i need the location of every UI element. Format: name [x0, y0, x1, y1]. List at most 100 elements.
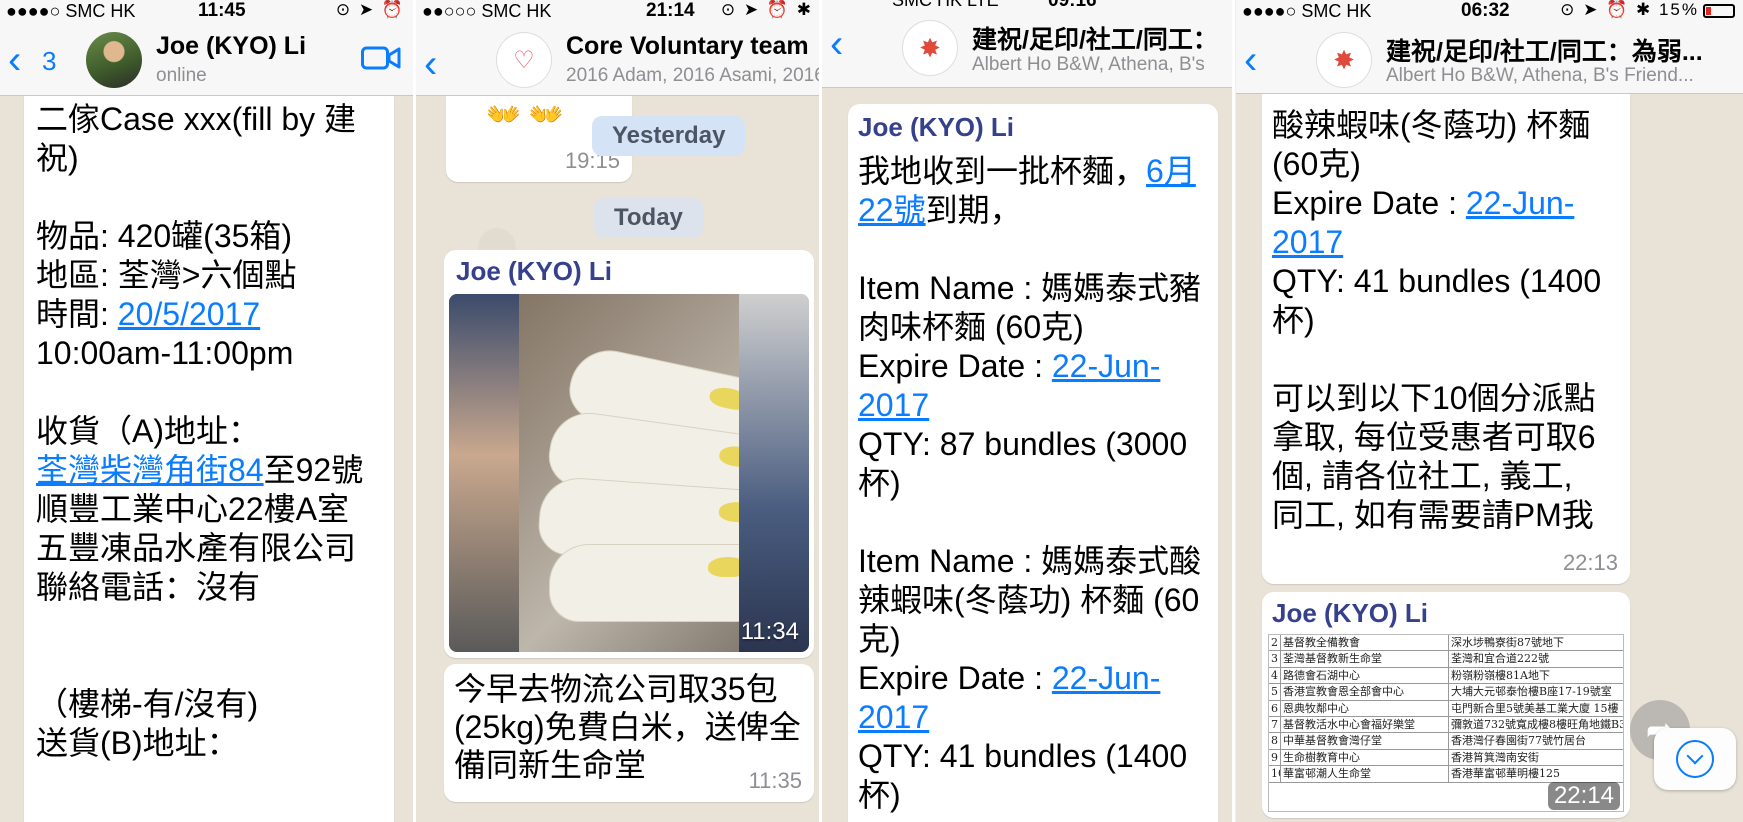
group-avatar[interactable]: ✸ [1316, 32, 1372, 88]
chat-title[interactable]: 建祝/足印/社工/同工：為弱... [1386, 32, 1726, 68]
center-name: 基督教全備教會 [1281, 635, 1449, 651]
center-name: 香港宣教會恩全部會中心 [1281, 684, 1449, 700]
scroll-to-bottom-button[interactable] [1654, 728, 1736, 790]
chat-title[interactable]: 建祝/足印/社工/同工： [972, 20, 1232, 56]
battery-percent: 15% [1658, 0, 1699, 19]
table-row: 7 基督教活水中心會福好樂堂 彌敦道732號寬成樓8樓旺角地鐵B3 [1269, 716, 1623, 734]
clock: 21:14 [646, 0, 695, 21]
chat-screen-joe: ●●●●○ SMC HK 11:45 ⊙ ➤ ⏰ ‹ 3 Joe (KYO) L… [0, 0, 413, 822]
message-time: 22:13 [1562, 550, 1618, 575]
row-number: 7 [1269, 716, 1281, 733]
message-bubble[interactable]: Joe (KYO) Li 我地收到一批杯麵，6月22號到期， Item Name… [848, 104, 1218, 822]
phone-line: 聯絡電話：沒有 [36, 569, 261, 605]
table-row: 6 恩典牧鄰中心 屯門新合里5號美基工業大廈 15樓 [1269, 700, 1623, 717]
message-bubble[interactable]: 酸辣蝦味(冬蔭功) 杯麵 (60克) Expire Date : 22-Jun-… [1262, 94, 1630, 584]
date-link[interactable]: 20/5/2017 [118, 296, 260, 332]
chat-screen-core-team: ●●○○○ SMC HK 21:14 ⊙ ➤ ⏰ ✱ ‹ ♡ Core Volu… [416, 0, 821, 822]
case-line: 二傢Case xxx(fill by 建祝) [36, 101, 357, 176]
center-address: 香港灣仔春園街77號竹居台 [1451, 734, 1586, 748]
table-row: 3 荃灣基督教新生命堂 荃灣和宜合道222號 [1269, 651, 1623, 668]
unread-count[interactable]: 3 [42, 46, 56, 77]
presence-status: online [156, 65, 207, 86]
carrier-label: ●●○○○ SMC HK [422, 1, 552, 21]
back-chevron-icon[interactable]: ‹ [8, 40, 21, 80]
delivery-label: 送貨(B)地址： [36, 725, 239, 761]
center-address: 屯門新合里5號美基工業大廈 15樓 [1451, 701, 1619, 715]
back-chevron-icon[interactable]: ‹ [1244, 40, 1257, 80]
day-separator: Yesterday [592, 116, 746, 156]
video-call-icon[interactable] [361, 44, 401, 72]
image-message[interactable]: Joe (KYO) Li 2 基督教全備教會 深水埗鴨寮街87號地下 3 荃灣基督教新生… [1262, 592, 1630, 818]
center-address: 彌敦道732號寬成樓8樓旺角地鐵B3 [1451, 717, 1623, 731]
item2-name: Item Name : 媽媽泰式酸辣蝦味(冬蔭功) 杯麵 (60克) [858, 543, 1202, 657]
carrier-label: ●●●●○ SMC HK [6, 1, 136, 21]
center-address: 大埔大元邨泰怡樓B座17-19號室 [1451, 685, 1612, 699]
exp-label: Expire Date : [1272, 185, 1466, 221]
status-bar: ●●●●○ SMC HK 11:45 ⊙ ➤ ⏰ [0, 0, 413, 24]
message-text: 酸辣蝦味(冬蔭功) 杯麵 (60克) Expire Date : 22-Jun-… [1272, 106, 1612, 535]
group-avatar[interactable]: ✸ [902, 20, 958, 76]
stairs-line: （樓梯-有/沒有) [36, 686, 259, 722]
photo-message[interactable]: Joe (KYO) Li 11:34 [444, 250, 814, 658]
status-bar: SMC HK LTE 09:16 [822, 0, 1232, 10]
image-time: 22:14 [1547, 782, 1620, 810]
status-icons: ⊙ ➤ ⏰ ✱ 15% [1560, 0, 1735, 20]
row-number: 2 [1269, 635, 1281, 651]
chat-header: ‹ ♡ Core Voluntary team 2016 Adam, 2016 … [416, 24, 821, 96]
row-number: 3 [1269, 651, 1281, 667]
table-row: 9 生命樹教育中心 香港筲箕灣南安街 [1269, 749, 1623, 767]
message-text: 二傢Case xxx(fill by 建祝) 物品: 420罐(35箱) 地區:… [36, 100, 386, 763]
qty-line: QTY: 41 bundles (1400 杯) [1272, 263, 1610, 338]
chat-title[interactable]: Joe (KYO) Li [156, 32, 346, 61]
sender-name: Joe (KYO) Li [858, 112, 1015, 142]
participants: Albert Ho B&W, Athena, B's [972, 54, 1205, 75]
center-name: 荃灣基督教新生命堂 [1281, 651, 1449, 667]
message-bubble[interactable]: 二傢Case xxx(fill by 建祝) 物品: 420罐(35箱) 地區:… [24, 96, 394, 822]
back-chevron-icon[interactable]: ‹ [424, 44, 437, 84]
chat-header: ‹ ✸ 建祝/足印/社工/同工：為弱... Albert Ho B&W, Ath… [1236, 24, 1743, 94]
hands-emoji: 👐 👐 [486, 99, 564, 130]
message-text: 今早去物流公司取35包(25kg)免費白米，送俾全備同新生命堂 [454, 671, 801, 783]
center-name: 路德會石湖中心 [1281, 667, 1449, 684]
clock: 09:16 [1048, 0, 1097, 10]
chat-header: ‹ ✸ 建祝/足印/社工/同工： Albert Ho B&W, Athena, … [822, 10, 1232, 88]
day-separator: Today [594, 198, 703, 238]
table-row: 4 路德會石湖中心 粉嶺粉嶺樓81A地下 [1269, 667, 1623, 685]
intro-end: 到期， [925, 192, 1022, 228]
message-bubble[interactable]: 今早去物流公司取35包(25kg)免費白米，送俾全備同新生命堂 11:35 [444, 664, 814, 802]
time-label: 時間: [36, 296, 118, 332]
divider [1232, 0, 1235, 822]
center-address: 荃灣和宜合道222號 [1451, 652, 1549, 666]
item1-exp-label: Expire Date : [858, 348, 1052, 384]
center-address: 深水埗鴨寮街87號地下 [1451, 636, 1564, 649]
rice-sacks-photo[interactable]: 11:34 [449, 294, 809, 652]
center-address: 香港華富邨華明樓125 [1451, 767, 1560, 781]
carrier-label: ●●●●○ SMC HK [1242, 1, 1372, 21]
center-address: 香港筲箕灣南安街 [1451, 750, 1539, 764]
chat-title[interactable]: Core Voluntary team [566, 32, 821, 61]
row-number: 5 [1269, 684, 1281, 700]
item-name: 酸辣蝦味(冬蔭功) 杯麵 (60克) [1272, 107, 1600, 182]
participants: 2016 Adam, 2016 Asami, 2016 [566, 65, 821, 86]
chat-header: ‹ 3 Joe (KYO) Li online [0, 24, 413, 96]
back-chevron-icon[interactable]: ‹ [830, 24, 843, 64]
center-name: 華富邨潮人生命堂 [1281, 766, 1449, 782]
area-line: 地區: 荃灣>六個點 [36, 257, 297, 293]
chat-screen-group-2: ●●●●○ SMC HK 06:32 ⊙ ➤ ⏰ ✱ 15% ‹ ✸ 建祝/足印… [1236, 0, 1743, 822]
center-name: 生命樹教育中心 [1281, 749, 1449, 766]
item1-name: Item Name : 媽媽泰式豬肉味杯麵 (60克) [858, 270, 1202, 345]
intro-text: 我地收到一批杯麵， [858, 153, 1147, 189]
address-link[interactable]: 荃灣柴灣角街84 [36, 452, 264, 488]
item-line: 物品: 420罐(35箱) [36, 218, 293, 254]
center-address: 粉嶺粉嶺樓81A地下 [1451, 668, 1550, 682]
group-avatar[interactable]: ♡ [496, 32, 552, 88]
row-number: 8 [1269, 733, 1281, 749]
status-bar: ●●●●○ SMC HK 06:32 ⊙ ➤ ⏰ ✱ 15% [1236, 0, 1743, 24]
avatar[interactable] [86, 32, 142, 88]
center-name: 基督教活水中心會福好樂堂 [1281, 716, 1449, 733]
item2-qty: QTY: 41 bundles (1400 杯) [858, 738, 1196, 813]
item1-qty: QTY: 87 bundles (3000 杯) [858, 426, 1196, 501]
participants: Albert Ho B&W, Athena, B's Friend... [1386, 65, 1694, 86]
table-row: 5 香港宣教會恩全部會中心 大埔大元邨泰怡樓B座17-19號室 [1269, 684, 1623, 701]
battery-icon [1703, 3, 1735, 18]
